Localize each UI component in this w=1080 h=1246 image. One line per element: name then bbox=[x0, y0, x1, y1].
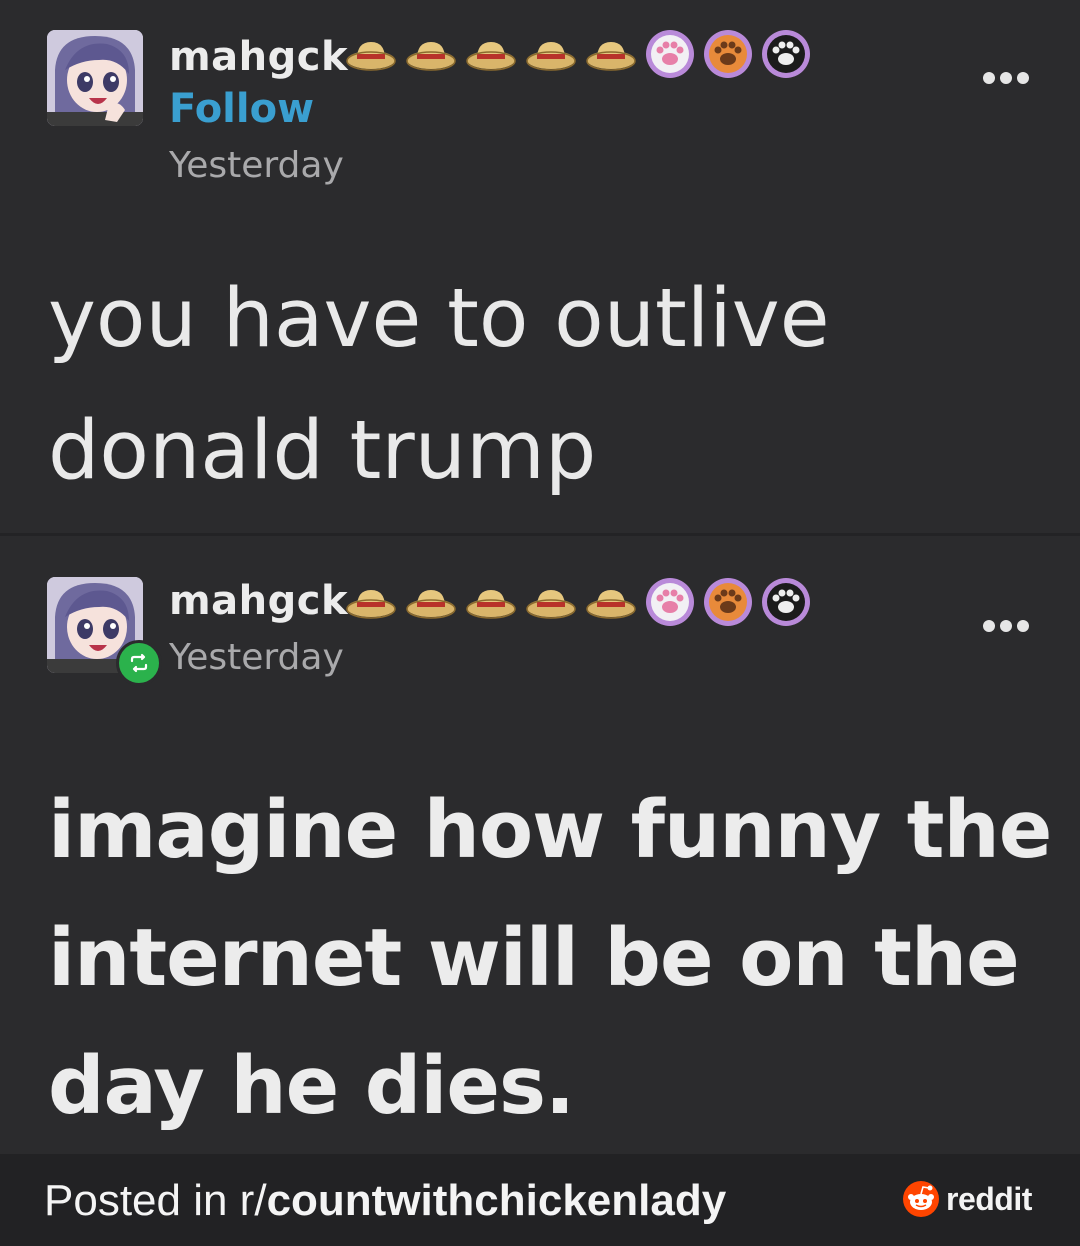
straw-hat-icon bbox=[406, 590, 456, 619]
dot-icon bbox=[1017, 620, 1029, 632]
reddit-footer: Posted in r/countwithchickenlady reddit bbox=[0, 1154, 1080, 1246]
orange-paw-icon bbox=[704, 578, 752, 626]
reddit-snoo-icon bbox=[903, 1181, 939, 1217]
anime-avatar-icon bbox=[47, 30, 143, 126]
posted-in-caption: Posted in r/countwithchickenlady bbox=[44, 1179, 726, 1223]
straw-hat-icon bbox=[406, 42, 456, 71]
dot-icon bbox=[983, 620, 995, 632]
post-body: you have to outlive donald trump bbox=[48, 272, 830, 498]
dot-icon bbox=[1017, 72, 1029, 84]
reddit-logo: reddit bbox=[902, 1180, 1032, 1218]
post-timestamp[interactable]: Yesterday bbox=[169, 640, 344, 676]
follow-button[interactable]: Follow bbox=[169, 87, 314, 131]
username[interactable]: mahgck bbox=[169, 581, 348, 621]
straw-hat-icon bbox=[586, 590, 636, 619]
straw-hat-icon bbox=[526, 590, 576, 619]
straw-hat-icon bbox=[346, 590, 396, 619]
avatar[interactable] bbox=[47, 30, 143, 126]
straw-hat-icon bbox=[466, 42, 516, 71]
username[interactable]: mahgck bbox=[169, 37, 348, 77]
badge-row bbox=[345, 576, 811, 628]
black-paw-icon bbox=[762, 578, 810, 626]
reddit-wordmark: reddit bbox=[946, 1180, 1032, 1217]
dot-icon bbox=[1000, 72, 1012, 84]
pink-paw-icon bbox=[646, 578, 694, 626]
straw-hat-icon bbox=[466, 590, 516, 619]
pink-paw-icon bbox=[646, 30, 694, 78]
reblog-icon bbox=[116, 640, 162, 686]
black-paw-icon bbox=[762, 30, 810, 78]
orange-paw-icon bbox=[704, 30, 752, 78]
dot-icon bbox=[983, 72, 995, 84]
original-post: mahgck Follow Yesterday you have to outl… bbox=[0, 0, 1080, 533]
straw-hat-icon bbox=[346, 42, 396, 71]
more-options-button[interactable] bbox=[983, 72, 1029, 84]
straw-hat-icon bbox=[586, 42, 636, 71]
badge-row bbox=[345, 28, 811, 80]
subreddit-name[interactable]: countwithchickenlady bbox=[267, 1176, 727, 1225]
reblog-post: mahgck Yesterday imagine how funny the i… bbox=[0, 536, 1080, 1154]
more-options-button[interactable] bbox=[983, 620, 1029, 632]
post-body: imagine how funny the internet will be o… bbox=[48, 784, 1052, 1132]
posted-in-prefix: Posted in r/ bbox=[44, 1176, 267, 1225]
dot-icon bbox=[1000, 620, 1012, 632]
reblog-arrows-icon bbox=[130, 653, 148, 673]
straw-hat-icon bbox=[526, 42, 576, 71]
post-timestamp[interactable]: Yesterday bbox=[169, 148, 344, 184]
